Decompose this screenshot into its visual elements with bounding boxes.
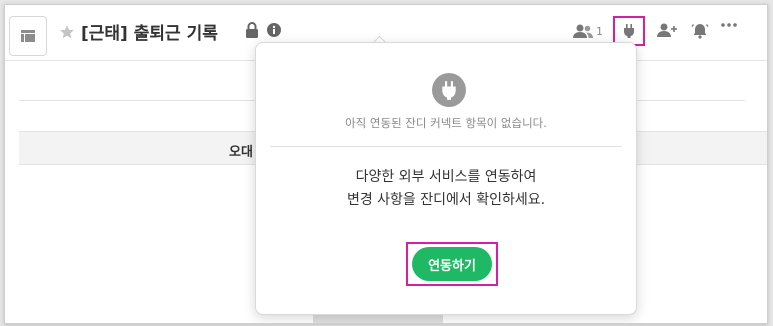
info-icon[interactable] [267,23,281,37]
member-count: 1 [596,24,603,38]
member-count-button[interactable]: 1 [573,24,603,38]
plug-icon [623,24,635,38]
empty-state-message: 아직 연동된 잔디 커넥트 항목이 없습니다. [345,116,547,130]
plug-icon [432,73,466,107]
bell-icon[interactable] [691,22,709,39]
add-member-icon[interactable] [657,23,677,37]
popover-divider [270,146,622,147]
description-line-1: 다양한 외부 서비스를 연동하여 [355,169,537,185]
star-icon[interactable] [59,24,75,40]
connector-popover: 아직 연동된 잔디 커넥트 항목이 없습니다. 다양한 외부 서비스를 연동하여… [255,42,637,315]
members-icon [573,24,593,38]
layout-icon [21,30,35,42]
description-line-2: 변경 사항을 잔디에서 확인하세요. [346,192,546,208]
connect-cta-button[interactable]: 연동하기 [412,247,492,281]
app-window: [근태] 출퇴근 기록 1 오대 아직 연동된 잔디 커넥트 항목이 없습니다.… [4,4,768,324]
connector-description: 다양한 외부 서비스를 연동하여 변경 사항을 잔디에서 확인하세요. [256,166,636,212]
lock-icon [246,22,258,38]
more-icon[interactable] [721,23,737,27]
layout-toggle-button[interactable] [9,16,47,56]
cta-highlight-box: 연동하기 [406,242,498,286]
topic-title: [근태] 출퇴근 기록 [81,24,218,44]
table-column-label: 오대 [229,145,253,160]
